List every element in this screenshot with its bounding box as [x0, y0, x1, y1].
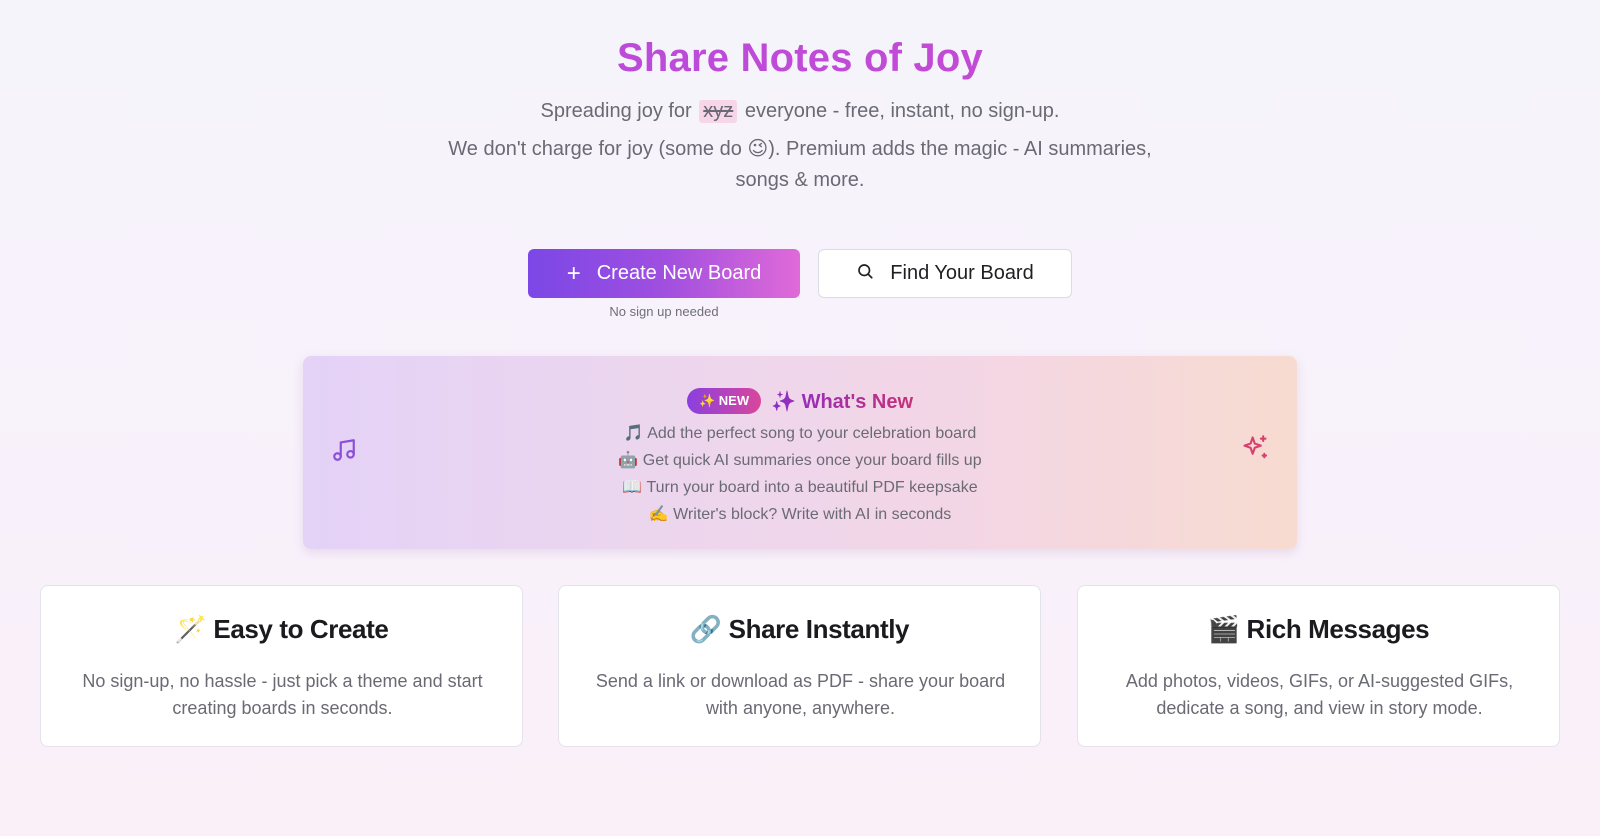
- subtitle-suffix: everyone - free, instant, no sign-up.: [744, 100, 1060, 122]
- feature-card-rich-messages: 🎬 Rich Messages Add photos, videos, GIFs…: [1077, 585, 1560, 747]
- feature-card-share-instantly: 🔗 Share Instantly Send a link or downloa…: [558, 585, 1041, 747]
- feature-text: Send a link or download as PDF - share y…: [595, 671, 1006, 718]
- feature-text: Add photos, videos, GIFs, or AI-suggeste…: [1125, 671, 1514, 718]
- hero-tagline: We don't charge for joy (some do 😉). Pre…: [448, 138, 1152, 191]
- plus-icon: +: [566, 259, 581, 287]
- sparkles-icon: [1241, 434, 1269, 467]
- new-badge: ✨ NEW: [686, 388, 762, 414]
- list-item: 📖 Turn your board into a beautiful PDF k…: [622, 479, 978, 496]
- page-title: Share Notes of Joy: [0, 36, 1600, 81]
- feature-card-easy-to-create: 🪄 Easy to Create No sign-up, no hassle -…: [40, 585, 523, 747]
- create-board-label: Create New Board: [596, 262, 762, 284]
- hero-subtitle: Spreading joy for xyz everyone - free, i…: [0, 100, 1600, 123]
- feature-title: 🪄 Easy to Create: [174, 614, 389, 644]
- find-board-label: Find Your Board: [890, 262, 1034, 284]
- subtitle-struck-text: xyz: [699, 100, 738, 123]
- find-board-button[interactable]: Find Your Board: [818, 249, 1072, 298]
- list-item: 🤖 Get quick AI summaries once your board…: [618, 452, 982, 469]
- whats-new-title: ✨ What's New: [771, 390, 914, 413]
- whats-new-header: ✨ NEW ✨ What's New: [303, 388, 1297, 414]
- search-icon: [856, 262, 874, 286]
- feature-text: No sign-up, no hassle - just pick a them…: [82, 671, 483, 718]
- feature-title: 🎬 Rich Messages: [1207, 614, 1430, 644]
- subtitle-prefix: Spreading joy for: [540, 100, 692, 122]
- list-item: ✍️ Writer's block? Write with AI in seco…: [648, 506, 952, 523]
- whats-new-list: 🎵 Add the perfect song to your celebrati…: [303, 420, 1297, 528]
- whats-new-banner: ✨ NEW ✨ What's New 🎵 Add the perfect son…: [303, 356, 1297, 549]
- feature-title: 🔗 Share Instantly: [689, 614, 910, 644]
- no-signup-note: No sign up needed: [609, 304, 719, 319]
- create-board-button[interactable]: + Create New Board: [528, 249, 800, 298]
- list-item: 🎵 Add the perfect song to your celebrati…: [623, 425, 977, 442]
